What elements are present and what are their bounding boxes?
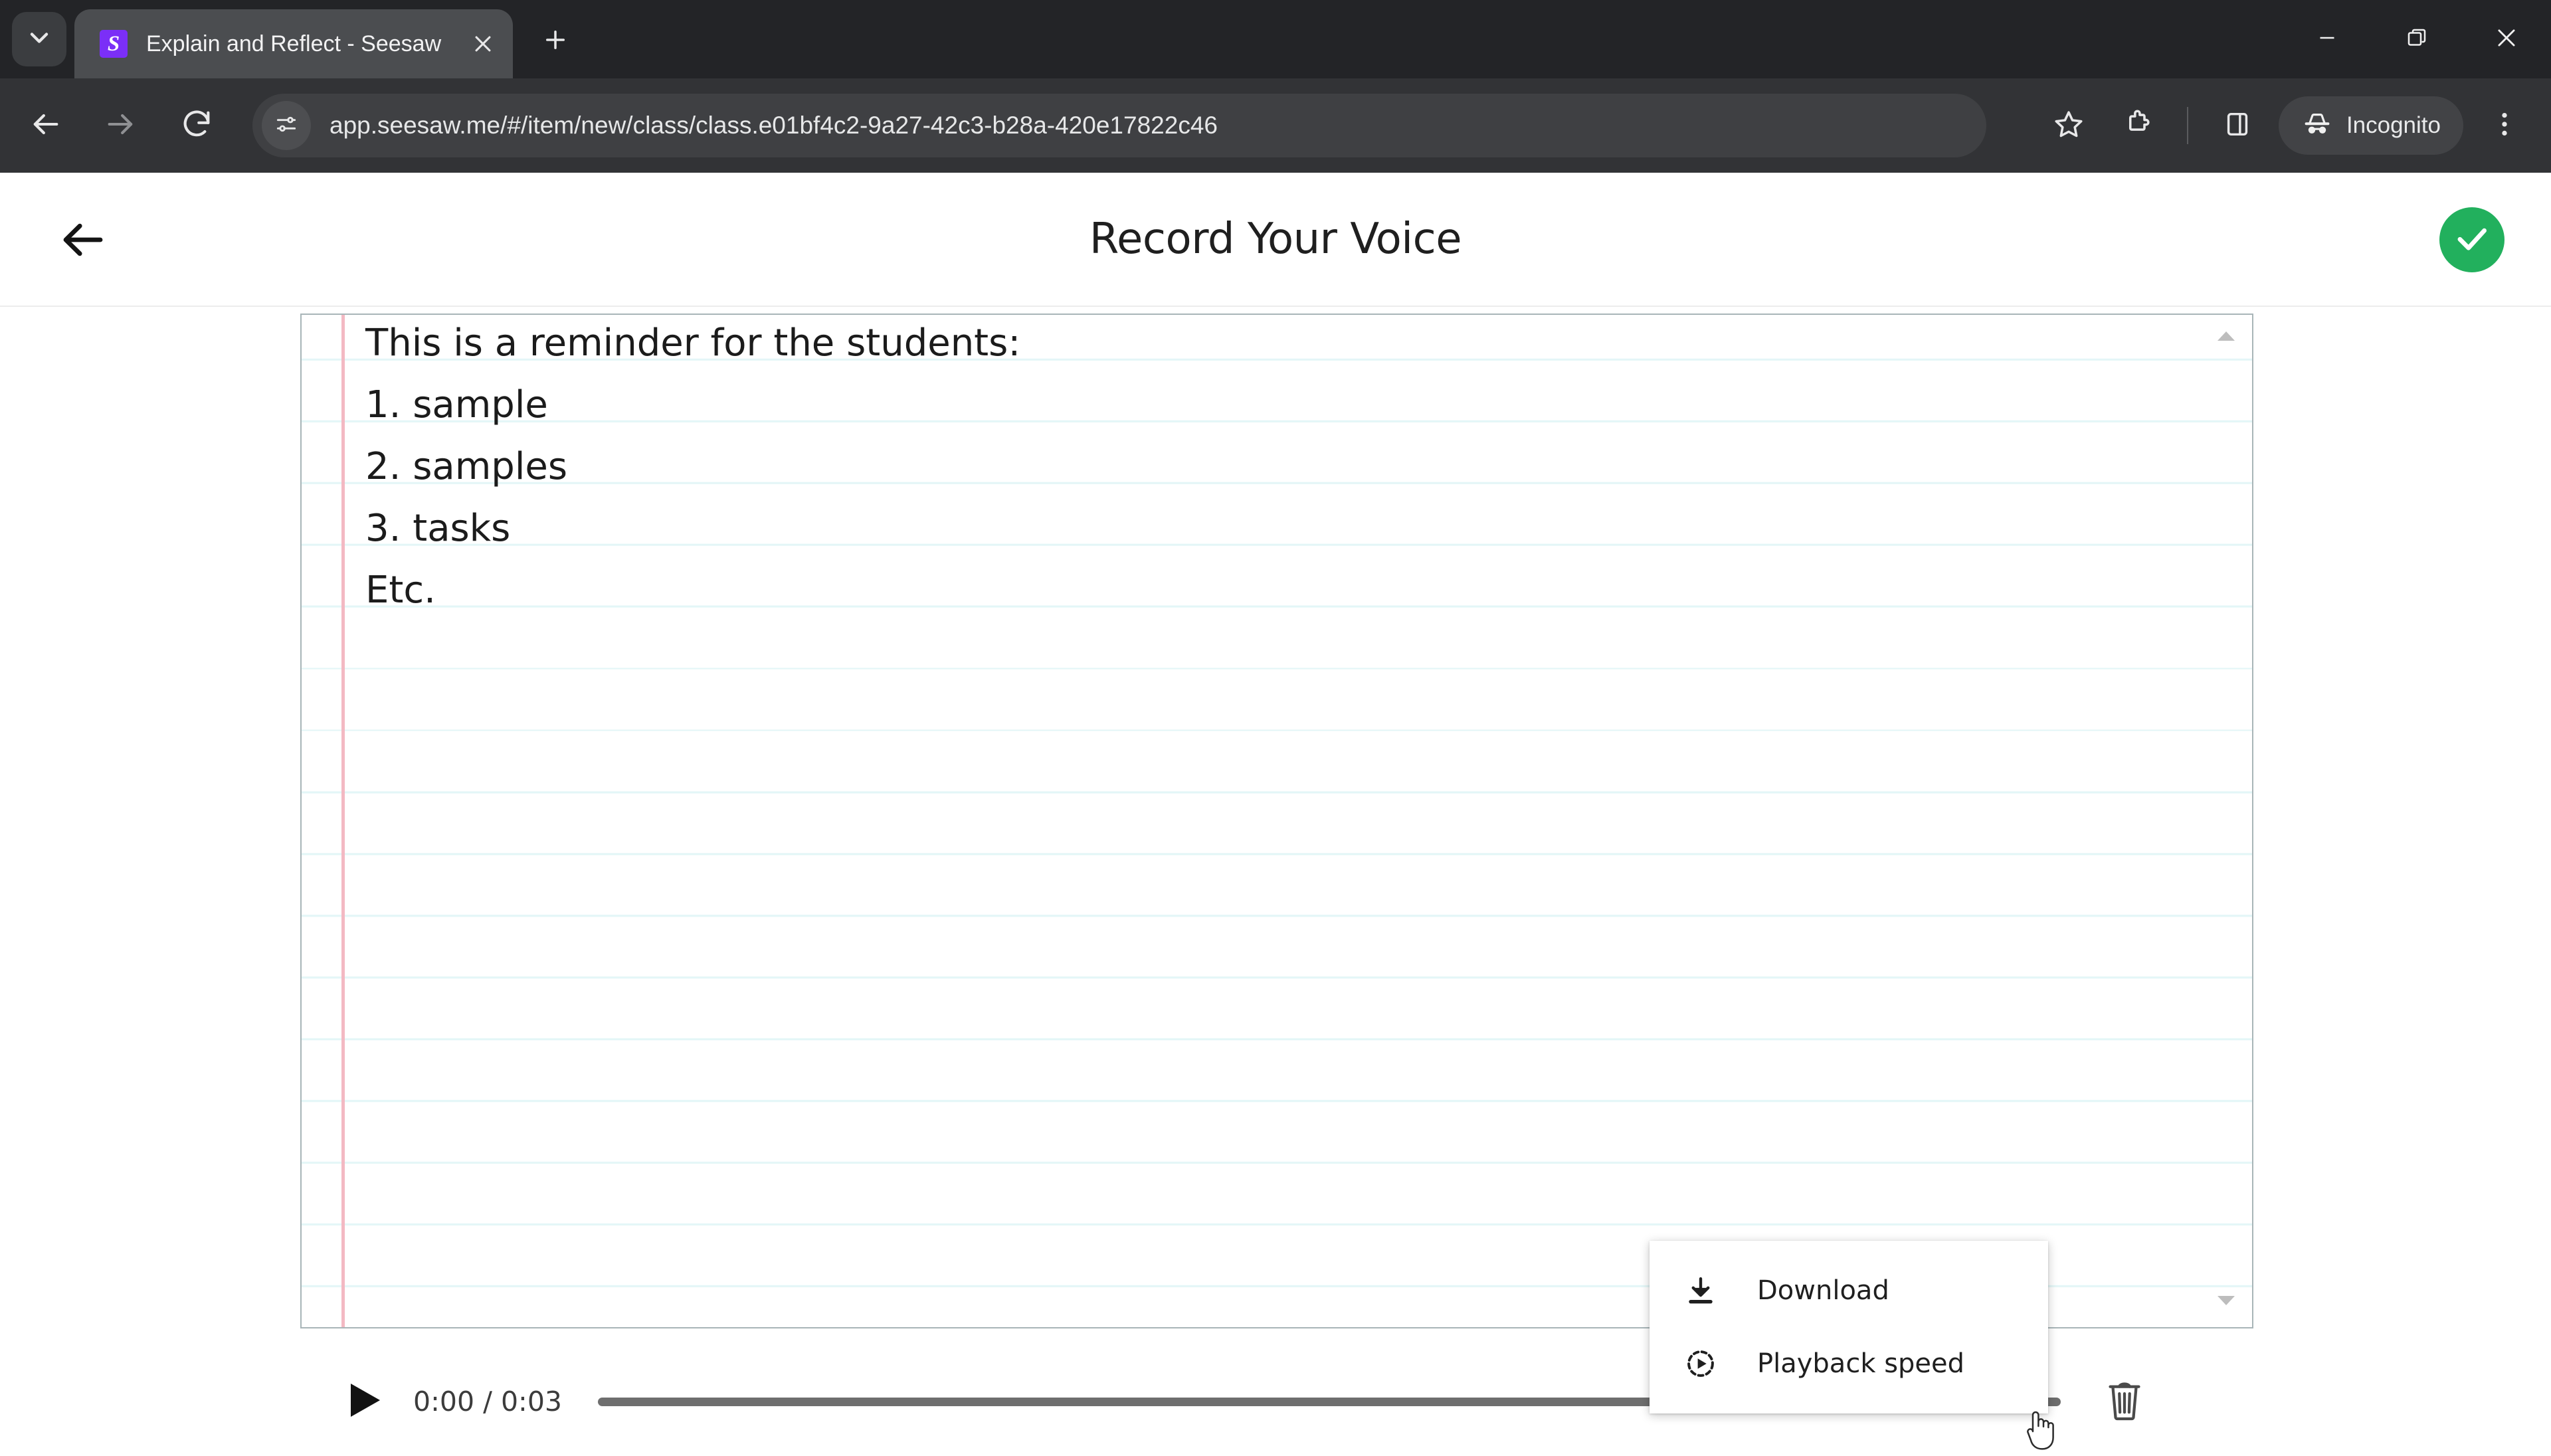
three-dot-menu-icon	[2489, 109, 2520, 143]
extensions-button[interactable]	[2107, 95, 2168, 156]
play-button[interactable]	[339, 1376, 391, 1427]
browser-tab[interactable]: S Explain and Reflect - Seesaw	[74, 9, 513, 78]
address-bar[interactable]: app.seesaw.me/#/item/new/class/class.e01…	[252, 94, 1986, 157]
playback-context-menu: Download Playback speed	[1650, 1241, 2048, 1413]
playback-speed-icon	[1681, 1344, 1720, 1383]
done-button[interactable]	[2439, 207, 2504, 272]
forward-arrow-icon	[104, 107, 138, 145]
app-header: Record Your Voice	[0, 173, 2551, 306]
notebook-scroll-up-button[interactable]	[2215, 329, 2237, 345]
incognito-icon	[2301, 108, 2333, 143]
tab-close-button[interactable]	[462, 23, 504, 64]
notebook-line: 3. tasks	[365, 507, 511, 550]
notebook-text: This is a reminder for the students: 1. …	[365, 315, 2225, 621]
url-text: app.seesaw.me/#/item/new/class/class.e01…	[330, 112, 1218, 139]
check-icon	[2451, 218, 2493, 262]
header-divider	[0, 306, 2551, 307]
browser-toolbar: app.seesaw.me/#/item/new/class/class.e01…	[0, 78, 2551, 173]
restore-icon	[2405, 26, 2429, 53]
browser-chrome: S Explain and Reflect - Seesaw app.seesa…	[0, 0, 2551, 173]
back-arrow-icon	[28, 107, 62, 145]
download-icon	[1681, 1271, 1720, 1310]
page-content: Record Your Voice This is a reminder for…	[0, 173, 2551, 1450]
menu-item-download[interactable]: Download	[1650, 1254, 2048, 1327]
incognito-indicator[interactable]: Incognito	[2278, 96, 2463, 155]
forward-button[interactable]	[90, 95, 151, 156]
menu-item-playback-speed[interactable]: Playback speed	[1650, 1327, 2048, 1400]
plus-icon	[541, 26, 569, 57]
page-title: Record Your Voice	[1089, 215, 1462, 264]
menu-item-label: Playback speed	[1757, 1348, 1965, 1379]
notebook-editor[interactable]: This is a reminder for the students: 1. …	[300, 314, 2253, 1328]
notebook-line: 2. samples	[365, 445, 568, 488]
star-icon	[2052, 108, 2085, 144]
tab-strip: S Explain and Reflect - Seesaw	[0, 0, 2551, 78]
window-controls	[2282, 0, 2551, 78]
triangle-up-icon	[2216, 329, 2236, 346]
toolbar-divider	[2186, 107, 2188, 144]
reload-button[interactable]	[166, 95, 227, 156]
minimize-icon	[2315, 26, 2339, 53]
minimize-button[interactable]	[2282, 0, 2372, 78]
reload-icon	[179, 107, 214, 145]
browser-menu-button[interactable]	[2474, 95, 2535, 156]
back-button[interactable]	[15, 95, 76, 156]
notebook-line: This is a reminder for the students:	[365, 321, 1021, 365]
tab-search-button[interactable]	[12, 12, 66, 66]
play-icon	[347, 1381, 383, 1423]
notebook-scroll-down-button[interactable]	[2215, 1294, 2237, 1310]
close-icon	[2494, 25, 2519, 54]
chevron-down-icon	[25, 23, 54, 56]
menu-item-label: Download	[1757, 1275, 1889, 1306]
side-panel-button[interactable]	[2207, 95, 2268, 156]
notebook-line: Etc.	[365, 569, 436, 612]
delete-recording-button[interactable]	[2097, 1374, 2152, 1429]
favicon-letter: S	[107, 31, 120, 56]
triangle-down-icon	[2216, 1294, 2236, 1311]
trash-icon	[2103, 1376, 2146, 1427]
tab-title: Explain and Reflect - Seesaw	[146, 31, 442, 56]
maximize-restore-button[interactable]	[2372, 0, 2461, 78]
seesaw-favicon-icon: S	[100, 30, 128, 58]
close-window-button[interactable]	[2461, 0, 2551, 78]
site-settings-icon	[274, 112, 299, 140]
notebook-margin-line	[341, 315, 345, 1327]
side-panel-icon	[2222, 109, 2253, 143]
site-settings-button[interactable]	[262, 101, 311, 150]
bookmark-button[interactable]	[2038, 95, 2099, 156]
new-tab-button[interactable]	[531, 17, 579, 65]
playback-time: 0:00 / 0:03	[413, 1386, 563, 1417]
incognito-label: Incognito	[2346, 112, 2441, 138]
notebook-line: 1. sample	[365, 383, 548, 426]
toolbar-right-actions: Incognito	[2034, 95, 2539, 156]
puzzle-piece-icon	[2121, 108, 2154, 144]
